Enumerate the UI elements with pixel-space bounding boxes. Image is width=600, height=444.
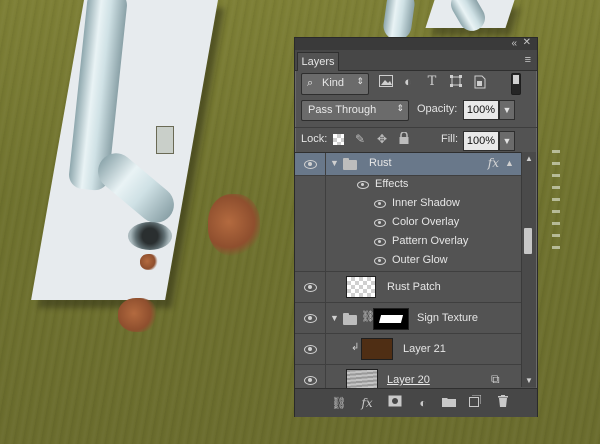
filter-kind-label: Kind [322,77,345,89]
layer-name: Sign Texture [417,312,478,324]
eye-icon[interactable] [374,238,386,246]
pipe-collar [128,222,172,250]
back-pipe [381,0,417,42]
smart-object-icon: ⧉ [491,372,500,386]
eye-icon [303,344,317,354]
eye-icon[interactable] [357,181,369,189]
effect-color-overlay[interactable]: Color Overlay [392,216,459,228]
image-filter-icon[interactable] [379,75,393,89]
effect-outer-glow[interactable]: Outer Glow [392,254,448,266]
blend-row: Pass Through ⇕ Opacity: 100% ▼ [295,99,537,125]
opacity-input[interactable]: 100% [463,100,499,120]
blend-mode-select[interactable]: Pass Through ⇕ [301,100,409,121]
blend-mode-value: Pass Through [308,104,377,116]
collapse-icon[interactable]: « [511,38,517,49]
layer-row-layer21[interactable]: ↲ Layer 21 [295,334,521,365]
clipping-arrow-icon: ↲ [351,342,360,353]
eye-icon[interactable] [374,200,386,208]
effects-group: Effects Inner Shadow Color Overlay Patte… [295,175,521,272]
visibility-toggle[interactable] [295,365,326,388]
layer-name: Layer 21 [403,343,446,355]
select-arrows-icon: ⇕ [356,76,364,86]
eye-icon [303,313,317,323]
eye-icon [303,375,317,385]
layer-thumbnail [346,276,376,298]
rust-spot-large [208,194,260,256]
scroll-up-icon[interactable]: ▲ [525,154,533,163]
filter-row: ⌕ Kind ⇕ ◐ T [295,71,537,99]
adjustment-filter-icon[interactable]: ◐ [401,75,415,89]
layer-name: Layer 20 [387,374,430,386]
layers-scrollbar[interactable]: ▲ ▼ [521,152,536,387]
lock-row: Lock: ✎ ✥ Fill: 100% ▼ [295,127,537,152]
scroll-thumb[interactable] [524,228,532,254]
folder-icon [343,158,357,170]
lock-transparent-icon[interactable] [333,134,344,145]
eye-icon[interactable] [374,257,386,265]
eye-icon [303,282,317,292]
lock-image-icon[interactable]: ✎ [353,132,367,146]
search-icon: ⌕ [307,77,314,89]
layers-panel: « ✕ Layers ≡ ⌕ Kind ⇕ ◐ T Pass Through ⇕… [294,37,538,417]
trash-icon[interactable] [495,395,511,411]
new-group-icon[interactable] [441,395,457,411]
eye-icon [303,159,317,169]
effects-toggle-icon[interactable]: ▲ [505,158,514,168]
fill-label: Fill: [441,133,459,145]
add-mask-icon[interactable] [387,395,403,411]
effects-label: Effects [375,178,409,190]
scroll-down-icon[interactable]: ▼ [525,376,533,385]
layer-name: Rust [369,157,392,169]
fill-dropdown-button[interactable]: ▼ [499,131,515,151]
visibility-toggle[interactable] [295,334,326,364]
select-arrows-icon: ⇕ [396,103,404,113]
visibility-toggle[interactable] [295,303,326,333]
link-layers-icon[interactable]: ⛓ [331,395,347,411]
add-style-icon[interactable]: fx [359,395,375,411]
panel-titlebar[interactable]: « ✕ [295,37,537,50]
type-filter-icon[interactable]: T [425,75,439,89]
sign-front-board [31,0,219,300]
layer-thumbnail [361,338,393,360]
rust-spot-bottom [118,298,158,332]
tab-layers[interactable]: Layers [297,52,339,71]
close-icon[interactable]: ✕ [523,37,531,48]
folder-icon [343,313,357,325]
adjustment-layer-icon[interactable]: ◐ [415,395,431,411]
lock-label: Lock: [301,133,328,145]
mask-thumbnail[interactable] [373,308,409,330]
rust-spot-small [140,254,158,270]
effect-pattern-overlay[interactable]: Pattern Overlay [392,235,468,247]
layer-row-rust-patch[interactable]: Rust Patch [295,272,521,303]
layer-row-rust[interactable]: ▼ Rust fx ▲ [295,153,521,176]
filter-kind-select[interactable]: ⌕ Kind ⇕ [301,73,369,95]
expand-arrow-icon[interactable]: ▼ [330,313,339,323]
visibility-toggle[interactable] [295,272,326,302]
layer-thumbnail [346,369,378,388]
lock-all-icon[interactable] [397,131,411,146]
layer-row-sign-texture[interactable]: ▼ ⛓ Sign Texture [295,303,521,334]
fx-icon[interactable]: fx [488,156,499,170]
visibility-toggle[interactable] [295,153,326,175]
panel-menu-icon[interactable]: ≡ [525,54,531,66]
layer-name: Rust Patch [387,281,441,293]
layer-row-layer20[interactable]: Layer 20 ⧉ [295,365,521,388]
shape-filter-icon[interactable] [449,75,463,89]
new-layer-icon[interactable] [467,394,483,411]
effect-inner-shadow[interactable]: Inner Shadow [392,197,460,209]
paint-chips [552,150,560,250]
bracket [156,126,174,154]
opacity-dropdown-button[interactable]: ▼ [499,100,515,120]
opacity-label: Opacity: [417,103,458,115]
expand-arrow-icon[interactable]: ▼ [330,158,339,168]
eye-icon[interactable] [374,219,386,227]
filter-toggle[interactable] [511,73,521,95]
panel-tabbar: Layers ≡ [295,50,537,71]
fill-input[interactable]: 100% [463,131,499,151]
lock-position-icon[interactable]: ✥ [375,132,389,146]
smart-object-filter-icon[interactable] [473,75,487,89]
layers-footer: ⛓ fx ◐ [295,388,537,417]
layers-list: ▼ Rust fx ▲ Effects Inner Shadow Color O… [295,152,521,388]
